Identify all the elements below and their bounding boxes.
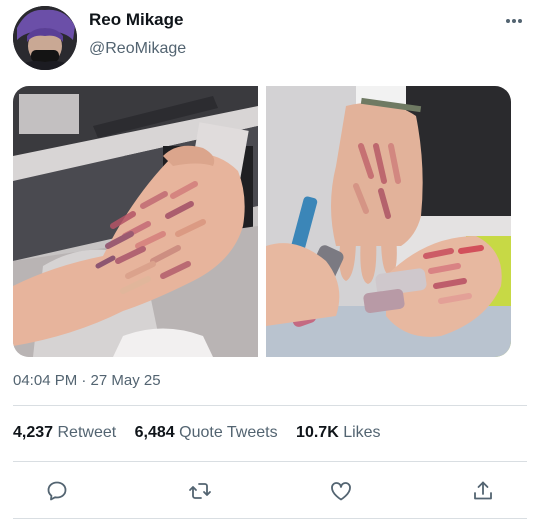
quote-tweets-count: 6,484 <box>134 424 175 441</box>
retweets-count: 4,237 <box>13 424 54 441</box>
share-icon <box>474 481 492 500</box>
tweet-timestamp[interactable]: 04:04 PM · 27 May 25 <box>13 372 161 389</box>
photo-hand-swatches[interactable] <box>13 86 258 357</box>
quote-tweets-label: Quote Tweets <box>179 424 278 441</box>
retweets-label: Retweet <box>57 424 117 441</box>
retweets-stat[interactable]: 4,237 Retweet <box>13 424 116 441</box>
like-button[interactable] <box>326 476 356 506</box>
tweet-stats: 4,237 Retweet 6,484 Quote Tweets 10.7K L… <box>13 424 395 442</box>
tweet-actions <box>0 476 540 506</box>
retweet-button[interactable] <box>185 476 215 506</box>
likes-count: 10.7K <box>296 424 339 441</box>
reply-button[interactable] <box>42 476 72 506</box>
tweet-media <box>13 86 511 357</box>
reply-icon <box>47 481 67 501</box>
avatar[interactable] <box>13 6 77 70</box>
quote-tweets-stat[interactable]: 6,484 Quote Tweets <box>135 424 278 441</box>
divider <box>13 518 527 519</box>
author-handle[interactable]: @ReoMikage <box>89 40 186 58</box>
more-horizontal-icon[interactable] <box>503 14 525 28</box>
heart-icon <box>331 482 351 501</box>
divider <box>13 405 527 406</box>
photo-hand-swatches-lipsticks[interactable] <box>266 86 511 357</box>
share-button[interactable] <box>468 476 498 506</box>
author-display-name[interactable]: Reo Mikage <box>89 10 183 30</box>
likes-stat[interactable]: 10.7K Likes <box>296 424 381 441</box>
divider <box>13 461 527 462</box>
retweet-icon <box>189 483 211 499</box>
likes-label: Likes <box>343 424 381 441</box>
